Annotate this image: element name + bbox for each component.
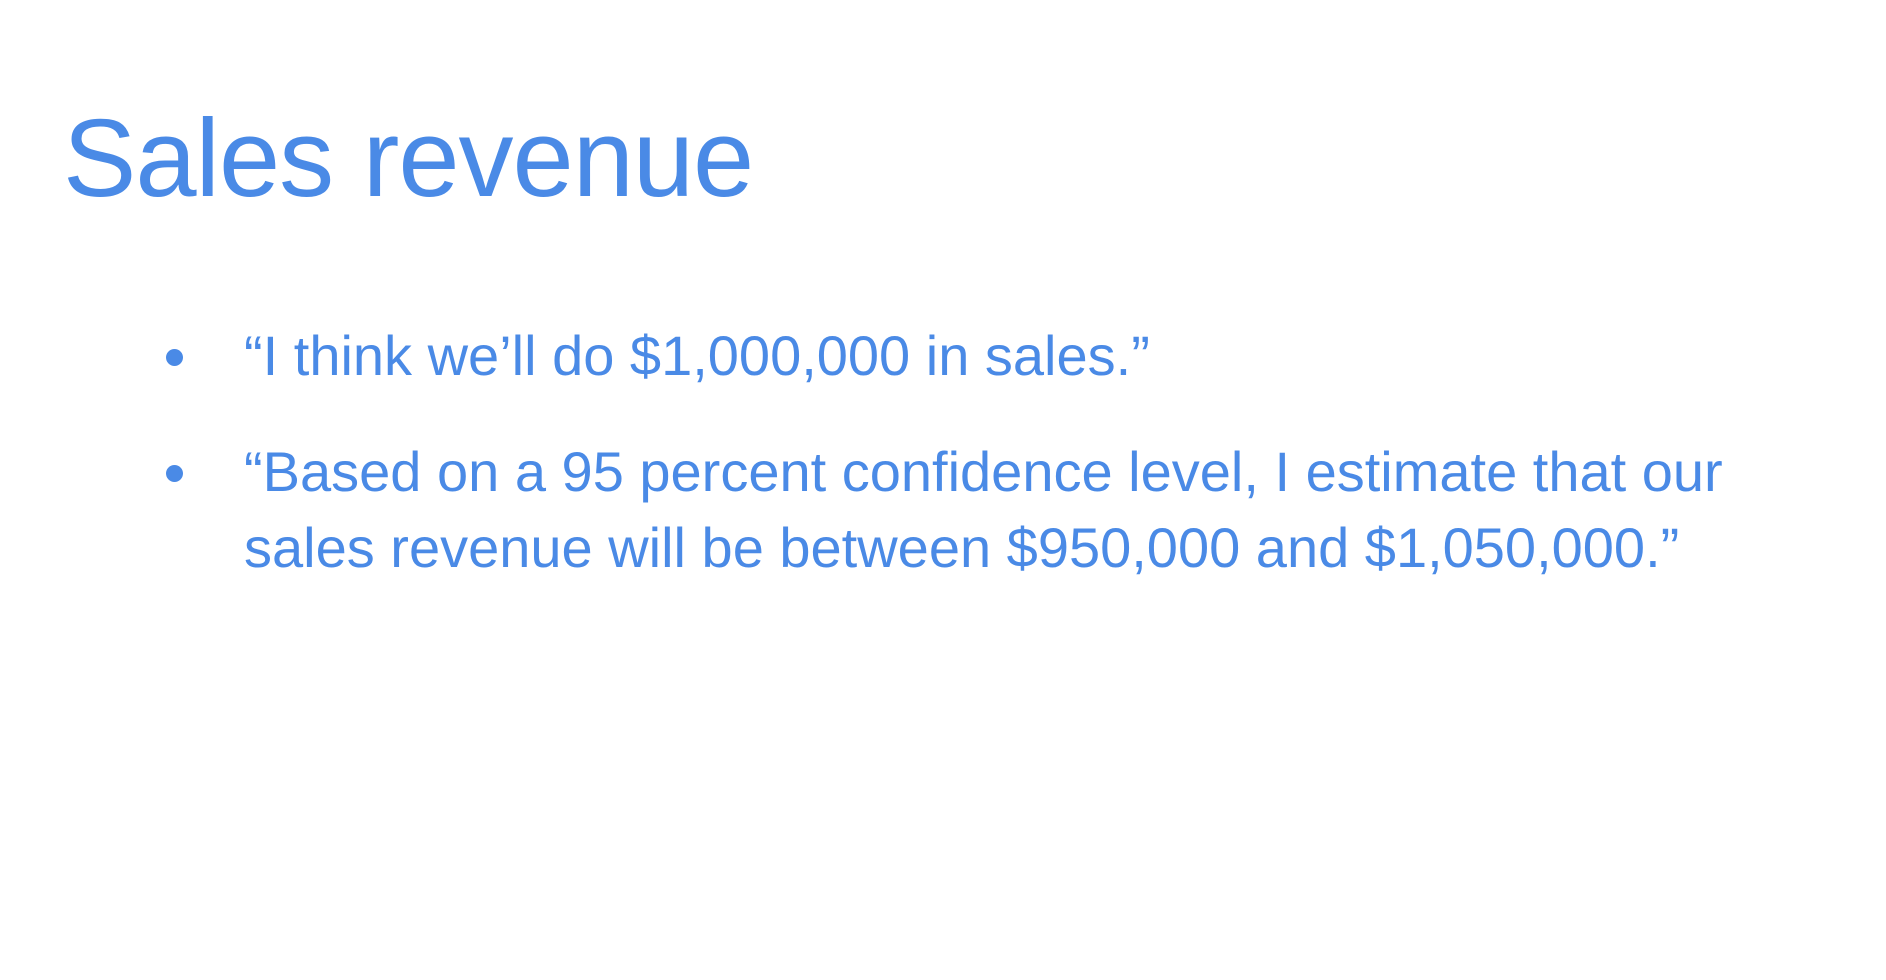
bullet-item: “Based on a 95 percent confidence level,… (160, 434, 1800, 586)
bullet-text: “I think we’ll do $1,000,000 in sales.” (244, 324, 1150, 387)
bullet-dot-icon (166, 465, 183, 482)
slide-title: Sales revenue (63, 97, 754, 220)
bullet-text: “Based on a 95 percent confidence level,… (244, 440, 1723, 579)
bullet-dot-icon (166, 349, 183, 366)
slide: Sales revenue “I think we’ll do $1,000,0… (0, 0, 1886, 980)
bullet-item: “I think we’ll do $1,000,000 in sales.” (160, 318, 1800, 394)
bullet-list: “I think we’ll do $1,000,000 in sales.” … (160, 318, 1800, 586)
